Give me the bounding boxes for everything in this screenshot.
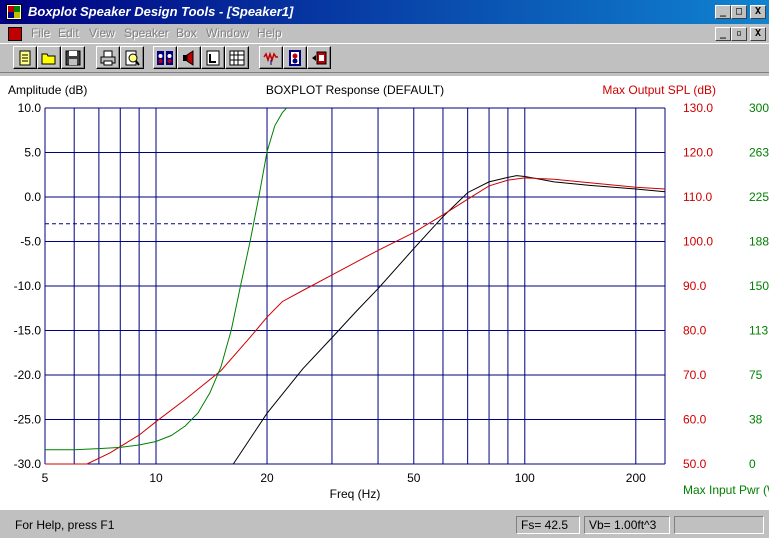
window-title: Boxplot Speaker Design Tools - [Speaker1… [28,4,294,19]
max-power-curve [45,107,287,451]
enclosure-icon [312,51,327,65]
chart-title: BOXPLOT Response (DEFAULT) [266,83,444,97]
x-axis-label: Freq (Hz) [330,487,381,501]
status-help: For Help, press F1 [15,518,115,532]
y2-tick-label: 120.0 [683,146,713,160]
open-button[interactable] [37,46,61,69]
new-icon [19,50,31,66]
menu-file[interactable]: File [31,26,50,40]
menu-speaker[interactable]: Speaker [124,26,169,40]
x-tick-label: 50 [407,471,421,485]
app-icon[interactable] [6,4,22,20]
y3-tick-label: 38 [749,413,763,427]
maximize-button[interactable]: □ [731,5,747,19]
amplitude-curve [232,175,666,465]
box-button[interactable] [201,46,225,69]
y-tick-label: -25.0 [14,413,42,427]
y-tick-label: -20.0 [14,368,42,382]
menu-bar [0,24,769,43]
print-preview-icon [125,50,140,66]
max-spl-curve [45,177,666,465]
table-button[interactable] [225,46,249,69]
y3-tick-label: 300 [749,101,769,115]
open-icon [41,53,56,65]
ports-icon [289,50,301,66]
y3-axis-label: Max Input Pwr (W [683,483,769,497]
response-icon [263,51,278,65]
table-icon [229,50,245,66]
y-axis-label: Amplitude (dB) [8,83,87,97]
doc-close-button[interactable]: X [750,27,766,41]
y-tick-label: 0.0 [24,190,41,204]
menu-help[interactable]: Help [257,26,282,40]
y2-tick-label: 70.0 [683,368,707,382]
response-button[interactable] [259,46,283,69]
status-vb: Vb= 1.00ft^3 [584,516,670,534]
y3-tick-label: 188 [749,235,769,249]
print-button[interactable] [96,46,120,69]
x-tick-label: 5 [42,471,49,485]
new-button[interactable] [13,46,37,69]
y2-tick-label: 60.0 [683,413,707,427]
box-icon [206,50,220,66]
y2-tick-label: 130.0 [683,101,713,115]
save-icon [65,50,81,66]
speaker-icon [183,50,194,66]
y2-tick-label: 90.0 [683,279,707,293]
y-tick-label: -15.0 [14,324,42,338]
menu-box[interactable]: Box [176,26,197,40]
status-fs: Fs= 42.5 [516,516,580,534]
close-button[interactable]: X [750,5,766,19]
y3-tick-label: 263 [749,146,769,160]
y3-tick-label: 113 [749,324,768,338]
y2-tick-label: 100.0 [683,235,713,249]
print-preview-button[interactable] [120,46,144,69]
minimize-button[interactable]: _ [715,5,731,19]
y-tick-label: 10.0 [18,101,42,115]
y-tick-label: -10.0 [14,279,42,293]
tick-labels: 10.0 130.0 300 5.0 120.0 263 0.0 110.0 225 -5.0 10… [14,101,769,485]
doc-restore-button[interactable]: ▫ [731,27,747,41]
speaker-button[interactable] [177,46,201,69]
y2-tick-label: 80.0 [683,324,707,338]
y-tick-label: 5.0 [24,146,41,160]
x-tick-label: 200 [626,471,646,485]
menu-edit[interactable]: Edit [58,26,79,40]
save-button[interactable] [61,46,85,69]
x-tick-label: 20 [260,471,274,485]
y3-tick-label: 0 [749,457,756,471]
doc-minimize-button[interactable]: _ [715,27,731,41]
y-tick-label: -5.0 [20,235,41,249]
y3-tick-label: 150 [749,279,769,293]
enclosure-button[interactable] [307,46,331,69]
y2-axis-label: Max Output SPL (dB) [602,83,716,97]
print-icon [100,50,116,66]
y2-tick-label: 50.0 [683,457,707,471]
ports-button[interactable] [283,46,307,69]
speaker-params-button[interactable] [153,46,177,69]
menu-window[interactable]: Window [206,26,249,40]
response-chart[interactable]: BOXPLOT Response (DEFAULT) Amplitude (dB… [0,76,769,510]
status-extra [674,516,764,534]
y2-tick-label: 110.0 [683,190,712,204]
document-icon[interactable] [8,27,22,41]
y3-tick-label: 75 [749,368,763,382]
chart-window[interactable]: BOXPLOT Response (DEFAULT) Amplitude (dB… [0,76,769,510]
grid [44,107,666,465]
speaker-params-icon [157,51,173,65]
menu-view[interactable]: View [89,26,115,40]
x-tick-label: 10 [149,471,163,485]
y3-tick-label: 225 [749,190,769,204]
y-tick-label: -30.0 [14,457,42,471]
x-tick-label: 100 [515,471,535,485]
